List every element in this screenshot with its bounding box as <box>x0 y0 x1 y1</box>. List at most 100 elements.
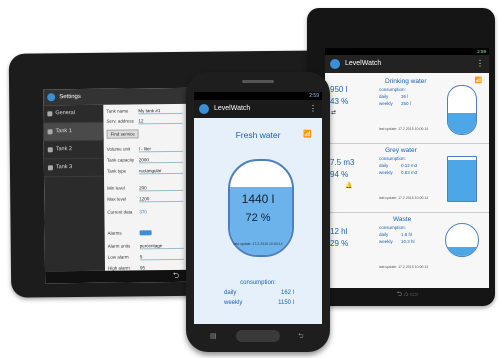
back-key-icon[interactable]: ⮌ <box>298 332 304 343</box>
sidebar-item-general[interactable]: General <box>43 104 104 124</box>
alarm-units-select[interactable]: percentage <box>139 242 184 250</box>
settings-title: Settings <box>59 93 81 101</box>
tablet-right-navbar[interactable]: ⮌ ⌂ ▭ <box>325 290 489 302</box>
last-update: last update: 17.2.2015 10:00:14 <box>233 242 283 246</box>
consumption-label: consumption: <box>379 87 406 92</box>
app-title: LevelWatch <box>345 60 382 67</box>
current-data-value: 370 <box>139 209 147 215</box>
daily-row: daily 162 l <box>224 290 294 296</box>
tank-card-drinking-water[interactable]: Drinking water 📶 950 l 43 % ⇄ consumptio… <box>325 75 489 144</box>
weekly-value: 0.83 m3 <box>401 170 418 175</box>
app-icon <box>330 59 340 69</box>
app-bar: LevelWatch ⋮ <box>325 55 489 73</box>
weekly-label: weekly <box>379 101 393 106</box>
tank-percent: 43 % <box>330 97 349 106</box>
home-button[interactable] <box>236 330 280 342</box>
weekly-label: weekly <box>379 170 393 175</box>
last-update: last update: 17.2.2015 10:00:14 <box>379 265 429 269</box>
daily-label: daily <box>379 232 389 237</box>
app-icon <box>47 93 56 102</box>
weekly-label: weekly <box>379 239 393 244</box>
daily-label: daily <box>379 94 389 99</box>
status-time: 2:59 <box>477 49 486 54</box>
status-time: 2:59 <box>309 93 319 99</box>
phone: 2:59 LevelWatch ⋮ Fresh water 📶 1440 l 7… <box>186 72 330 352</box>
min-level-field[interactable]: 200 <box>139 184 184 192</box>
app-title: LevelWatch <box>214 105 251 112</box>
tank-icon <box>47 165 53 171</box>
daily-label: daily <box>224 290 237 296</box>
weekly-row: weekly 1150 l <box>224 300 294 306</box>
sidebar-item-tank-1[interactable]: Tank 1 <box>43 122 104 142</box>
tank-name: Grey water <box>385 147 417 154</box>
field-label: Max level <box>107 196 127 202</box>
tank-percent: 72 % <box>245 212 271 224</box>
menu-key-icon[interactable]: ▤ <box>210 332 217 340</box>
tank-volume: 950 l <box>330 85 348 94</box>
daily-label: daily <box>379 163 389 168</box>
low-alarm-field[interactable]: 5 <box>139 253 184 261</box>
weekly-value: 10.2 hl <box>401 239 415 244</box>
sidebar-item-tank-2[interactable]: Tank 2 <box>43 140 104 160</box>
consumption-label: consumption: <box>240 280 276 286</box>
tank-percent: 94 % <box>330 170 349 179</box>
field-label: Alarm units <box>107 243 131 249</box>
overflow-menu-icon[interactable]: ⋮ <box>476 55 484 73</box>
tank-level-fill <box>448 113 476 134</box>
daily-value: 0.12 m3 <box>401 163 418 168</box>
tank-name-field[interactable]: My tank #1 <box>138 107 183 115</box>
tank-gauge <box>447 85 477 135</box>
field-label: Serv. address <box>106 118 134 124</box>
back-icon[interactable]: ⮌ <box>173 271 180 280</box>
sidebar-item-label: Tank 3 <box>55 164 73 171</box>
status-bar: 2:59 <box>325 48 489 55</box>
tank-volume: 1440 l <box>241 192 275 206</box>
address-field[interactable]: 12 <box>138 117 183 125</box>
wifi-icon: 📶 <box>474 78 482 84</box>
last-update: last update: 17.2.2015 10:00:14 <box>379 196 429 200</box>
volume-unit-select[interactable]: l - liter <box>138 145 183 153</box>
tank-type-select[interactable]: rectangular <box>138 167 183 175</box>
tank-level-fill <box>448 159 476 201</box>
tank-gauge <box>447 156 477 202</box>
field-label: Tank capacity <box>106 157 135 163</box>
tank-gauge <box>445 223 479 257</box>
tank-volume: 7.5 m3 <box>330 158 355 167</box>
tank-icon <box>47 147 53 153</box>
find-service-button[interactable]: Find service <box>106 129 139 139</box>
capacity-field[interactable]: 2000 <box>138 156 183 164</box>
status-bar: 2:59 <box>194 92 322 100</box>
weekly-value: 1150 l <box>278 300 294 306</box>
tank-level-fill <box>446 246 478 256</box>
alarm-bell-icon: 🔔 <box>345 183 353 189</box>
tablet-right: 2:59 LevelWatch ⋮ Drinking water 📶 950 l… <box>307 8 495 306</box>
settings-icon <box>47 111 53 117</box>
daily-value: 36 l <box>401 94 409 99</box>
tank-name: Drinking water <box>385 78 427 85</box>
alarms-toggle[interactable] <box>139 230 152 236</box>
field-label: Tank type <box>106 168 127 174</box>
tank-card-grey-water[interactable]: Grey water 7.5 m3 94 % 🔔 consumption: da… <box>325 144 489 213</box>
field-label: Current data <box>107 209 133 215</box>
phone-screen: 2:59 LevelWatch ⋮ Fresh water 📶 1440 l 7… <box>194 92 322 324</box>
sync-icon: ⇄ <box>331 110 337 116</box>
daily-value: 162 l <box>280 290 294 296</box>
app-icon <box>199 104 209 114</box>
overflow-menu-icon[interactable]: ⋮ <box>309 100 317 118</box>
field-label: Tank name <box>106 108 129 114</box>
tank-name: Waste <box>393 216 412 223</box>
weekly-label: weekly <box>224 300 243 306</box>
field-label: Low alarm <box>107 254 129 260</box>
app-bar: LevelWatch ⋮ <box>194 100 322 118</box>
settings-sidebar: General Tank 1 Tank 2 Tank 3 <box>43 104 106 272</box>
tank-icon <box>47 129 53 135</box>
tank-card-waste[interactable]: Waste 12 hl 29 % consumption: daily 1.6 … <box>325 213 489 281</box>
field-label: Alarms <box>107 230 122 236</box>
sidebar-item-tank-3[interactable]: Tank 3 <box>43 158 105 178</box>
sidebar-item-label: Tank 1 <box>55 128 72 135</box>
consumption-label: consumption: <box>379 156 406 161</box>
max-level-field[interactable]: 1200 <box>139 195 184 203</box>
speaker-grille <box>242 80 274 83</box>
last-update: last update: 17.2.2015 10:00:14 <box>379 127 429 131</box>
sidebar-item-label: General <box>55 110 75 117</box>
